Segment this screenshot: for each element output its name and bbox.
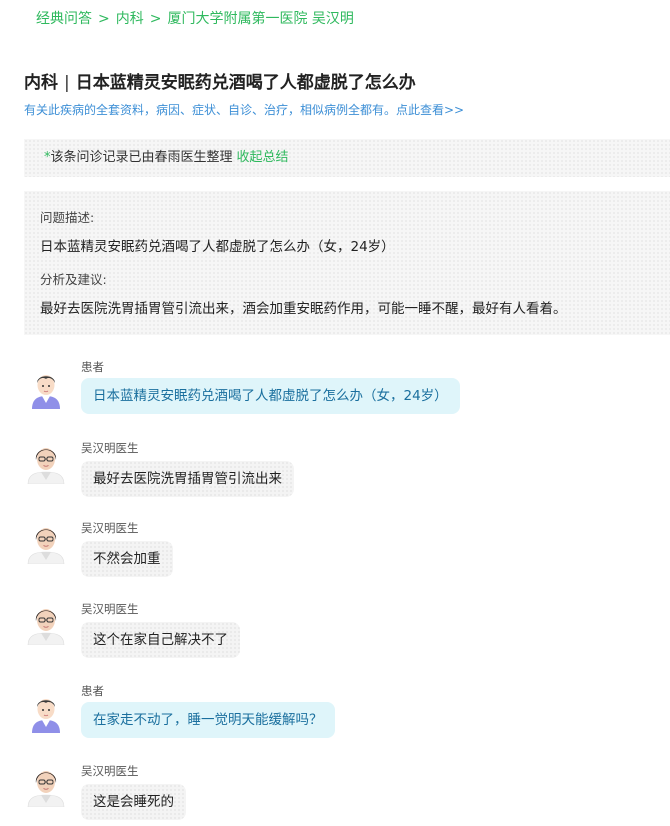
disease-info-link[interactable]: 有关此疾病的全套资料，病因、症状、自诊、治疗，相似病例全都有。点此查看>> (24, 101, 464, 118)
breadcrumb-separator: > (98, 11, 110, 27)
message-bubble: 最好去医院洗胃插胃管引流出来 (81, 461, 294, 497)
breadcrumb-item-classic-qa[interactable]: 经典问答 (36, 11, 92, 27)
sender-name: 吴汉明医生 (81, 521, 139, 535)
doctor-avatar (24, 440, 68, 484)
sender-name: 吴汉明医生 (81, 602, 139, 616)
patient-avatar (24, 689, 68, 733)
breadcrumb-item-department[interactable]: 内科 (116, 11, 144, 27)
message-bubble: 这是会睡死的 (81, 784, 186, 820)
collapse-summary-link[interactable]: 收起总结 (237, 150, 289, 165)
patient-avatar (24, 365, 68, 409)
breadcrumb-separator: > (149, 11, 162, 27)
doctor-avatar (24, 601, 68, 645)
title-department: 内科 (24, 73, 58, 93)
sender-name: 吴汉明医生 (81, 441, 139, 455)
sender-name: 患者 (81, 684, 104, 698)
problem-text: 日本蓝精灵安眠药兑酒喝了人都虚脱了怎么办（女，24岁） (40, 239, 395, 255)
notice-text: 该条问诊记录已由春雨医生整理 (50, 150, 233, 165)
advice-text: 最好去医院洗胃插胃管引流出来，酒会加重安眠药作用，可能一睡不醒，最好有人看着。 (40, 301, 567, 317)
message-bubble: 不然会加重 (81, 541, 173, 577)
advice-label: 分析及建议: (40, 272, 107, 287)
doctor-avatar (24, 763, 68, 807)
record-notice: *该条问诊记录已由春雨医生整理 收起总结 (24, 139, 670, 177)
breadcrumb: 经典问答 > 内科 > 厦门大学附属第一医院 吴汉明 (36, 8, 354, 28)
message-bubble: 在家走不动了，睡一觉明天能缓解吗？ (81, 702, 335, 738)
message-bubble: 这个在家自己解决不了 (81, 622, 240, 658)
doctor-avatar (24, 520, 68, 564)
page-title: 内科 | 日本蓝精灵安眠药兑酒喝了人都虚脱了怎么办 (24, 68, 416, 93)
title-question: 日本蓝精灵安眠药兑酒喝了人都虚脱了怎么办 (75, 73, 416, 93)
title-divider: | (64, 73, 70, 93)
breadcrumb-item-doctor[interactable]: 厦门大学附属第一医院 吴汉明 (167, 11, 353, 27)
summary-panel: 问题描述: 日本蓝精灵安眠药兑酒喝了人都虚脱了怎么办（女，24岁） 分析及建议:… (24, 191, 670, 335)
message-bubble: 日本蓝精灵安眠药兑酒喝了人都虚脱了怎么办（女，24岁） (81, 378, 460, 414)
sender-name: 吴汉明医生 (81, 764, 139, 778)
problem-label: 问题描述: (40, 210, 95, 225)
sender-name: 患者 (81, 360, 104, 374)
